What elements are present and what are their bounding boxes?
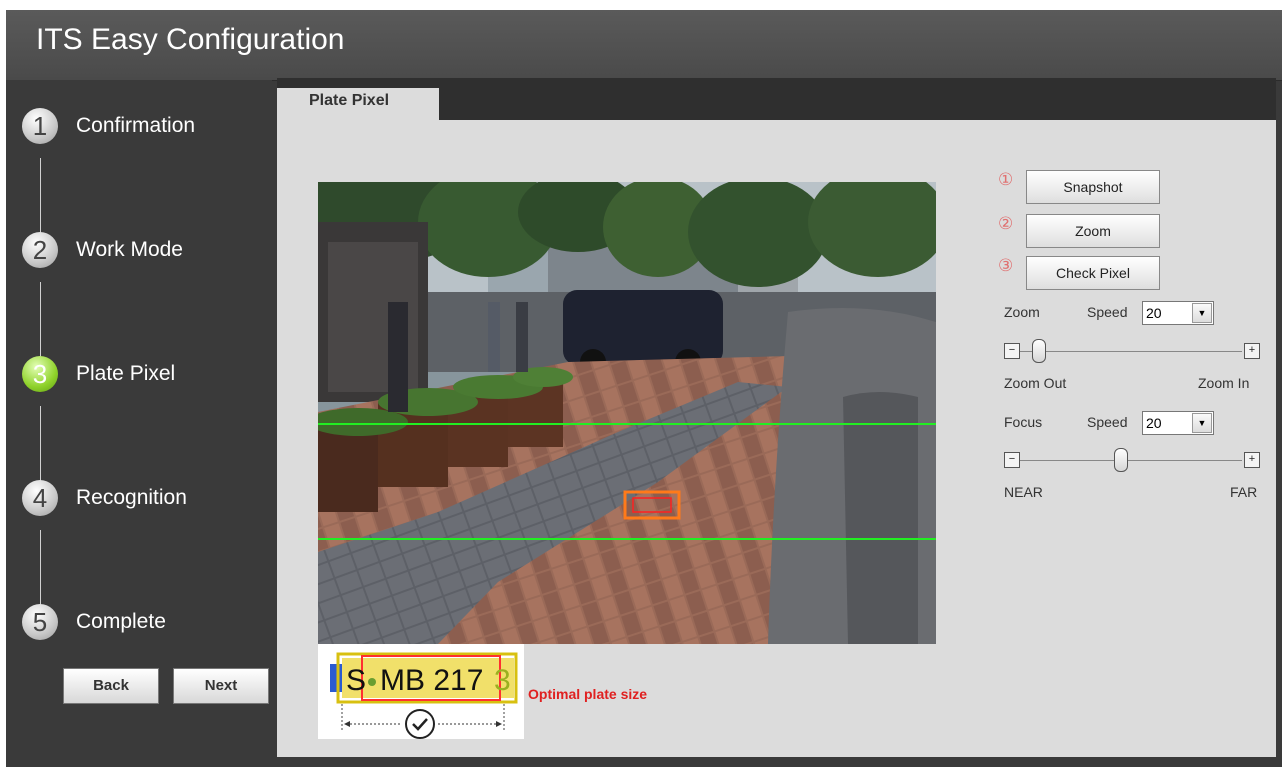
license-plate-icon: S MB 217 3 bbox=[330, 652, 518, 739]
far-label: FAR bbox=[1230, 484, 1258, 500]
tab-plate-pixel[interactable]: Plate Pixel bbox=[277, 88, 439, 120]
zoom-in-label: Zoom In bbox=[1198, 375, 1250, 391]
focus-speed-label: Speed bbox=[1087, 414, 1128, 430]
plate-text: MB 217 bbox=[380, 664, 483, 697]
step-label: Work Mode bbox=[76, 238, 183, 261]
zoom-speed-value: 20 bbox=[1146, 305, 1162, 321]
step-number: 1 bbox=[22, 108, 58, 144]
zoom-plus-button[interactable]: + bbox=[1244, 343, 1260, 359]
control-panel: ① Snapshot ② Zoom ③ Check Pixel Zoom Spe… bbox=[998, 162, 1260, 502]
zoom-slider-thumb[interactable] bbox=[1031, 339, 1046, 363]
camera-preview[interactable] bbox=[318, 182, 936, 644]
camera-scene-image bbox=[318, 182, 936, 644]
next-button[interactable]: Next bbox=[173, 668, 269, 704]
step-label: Complete bbox=[76, 610, 166, 633]
zoom-speed-label: Speed bbox=[1087, 304, 1128, 320]
focus-speed-value: 20 bbox=[1146, 415, 1162, 431]
focus-slider-track[interactable] bbox=[1020, 460, 1242, 461]
focus-plus-button[interactable]: + bbox=[1244, 452, 1260, 468]
snapshot-button[interactable]: Snapshot bbox=[1026, 170, 1160, 204]
plate-prefix: S bbox=[346, 664, 366, 697]
step-label: Plate Pixel bbox=[76, 362, 176, 385]
plate-suffix: 3 bbox=[494, 664, 511, 697]
focus-speed-select[interactable]: 20 ▼ bbox=[1142, 411, 1214, 435]
zoom-minus-button[interactable]: − bbox=[1004, 343, 1020, 359]
zoom-button[interactable]: Zoom bbox=[1026, 214, 1160, 248]
zoom-out-label: Zoom Out bbox=[1004, 375, 1067, 391]
step-marker-3: ③ bbox=[998, 256, 1014, 275]
step-number: 5 bbox=[22, 604, 58, 640]
tab-bar: Plate Pixel bbox=[277, 78, 1276, 120]
wizard-sidebar: 1 Confirmation 2 Work Mode 3 Plate Pixel… bbox=[6, 80, 272, 767]
zoom-slider-track[interactable] bbox=[1020, 351, 1242, 352]
focus-label: Focus bbox=[1004, 414, 1043, 430]
focus-slider-thumb[interactable] bbox=[1113, 448, 1128, 472]
zoom-speed-select[interactable]: 20 ▼ bbox=[1142, 301, 1214, 325]
step-marker-2: ② bbox=[998, 214, 1014, 233]
step-label: Confirmation bbox=[76, 114, 196, 137]
check-pixel-button[interactable]: Check Pixel bbox=[1026, 256, 1160, 290]
near-label: NEAR bbox=[1004, 484, 1043, 500]
chevron-down-icon[interactable]: ▼ bbox=[1192, 413, 1212, 433]
step-label: Recognition bbox=[76, 486, 187, 509]
zoom-label: Zoom bbox=[1004, 304, 1040, 320]
optimal-plate-reference: S MB 217 3 bbox=[318, 644, 524, 739]
title-bar: ITS Easy Configuration bbox=[6, 10, 1282, 81]
step-number: 2 bbox=[22, 232, 58, 268]
step-marker-1: ① bbox=[998, 170, 1014, 189]
focus-minus-button[interactable]: − bbox=[1004, 452, 1020, 468]
back-button[interactable]: Back bbox=[63, 668, 159, 704]
step-number: 3 bbox=[22, 356, 58, 392]
app-title: ITS Easy Configuration bbox=[36, 23, 345, 56]
optimal-plate-label: Optimal plate size bbox=[528, 686, 648, 702]
step-number: 4 bbox=[22, 480, 58, 516]
chevron-down-icon[interactable]: ▼ bbox=[1192, 303, 1212, 323]
